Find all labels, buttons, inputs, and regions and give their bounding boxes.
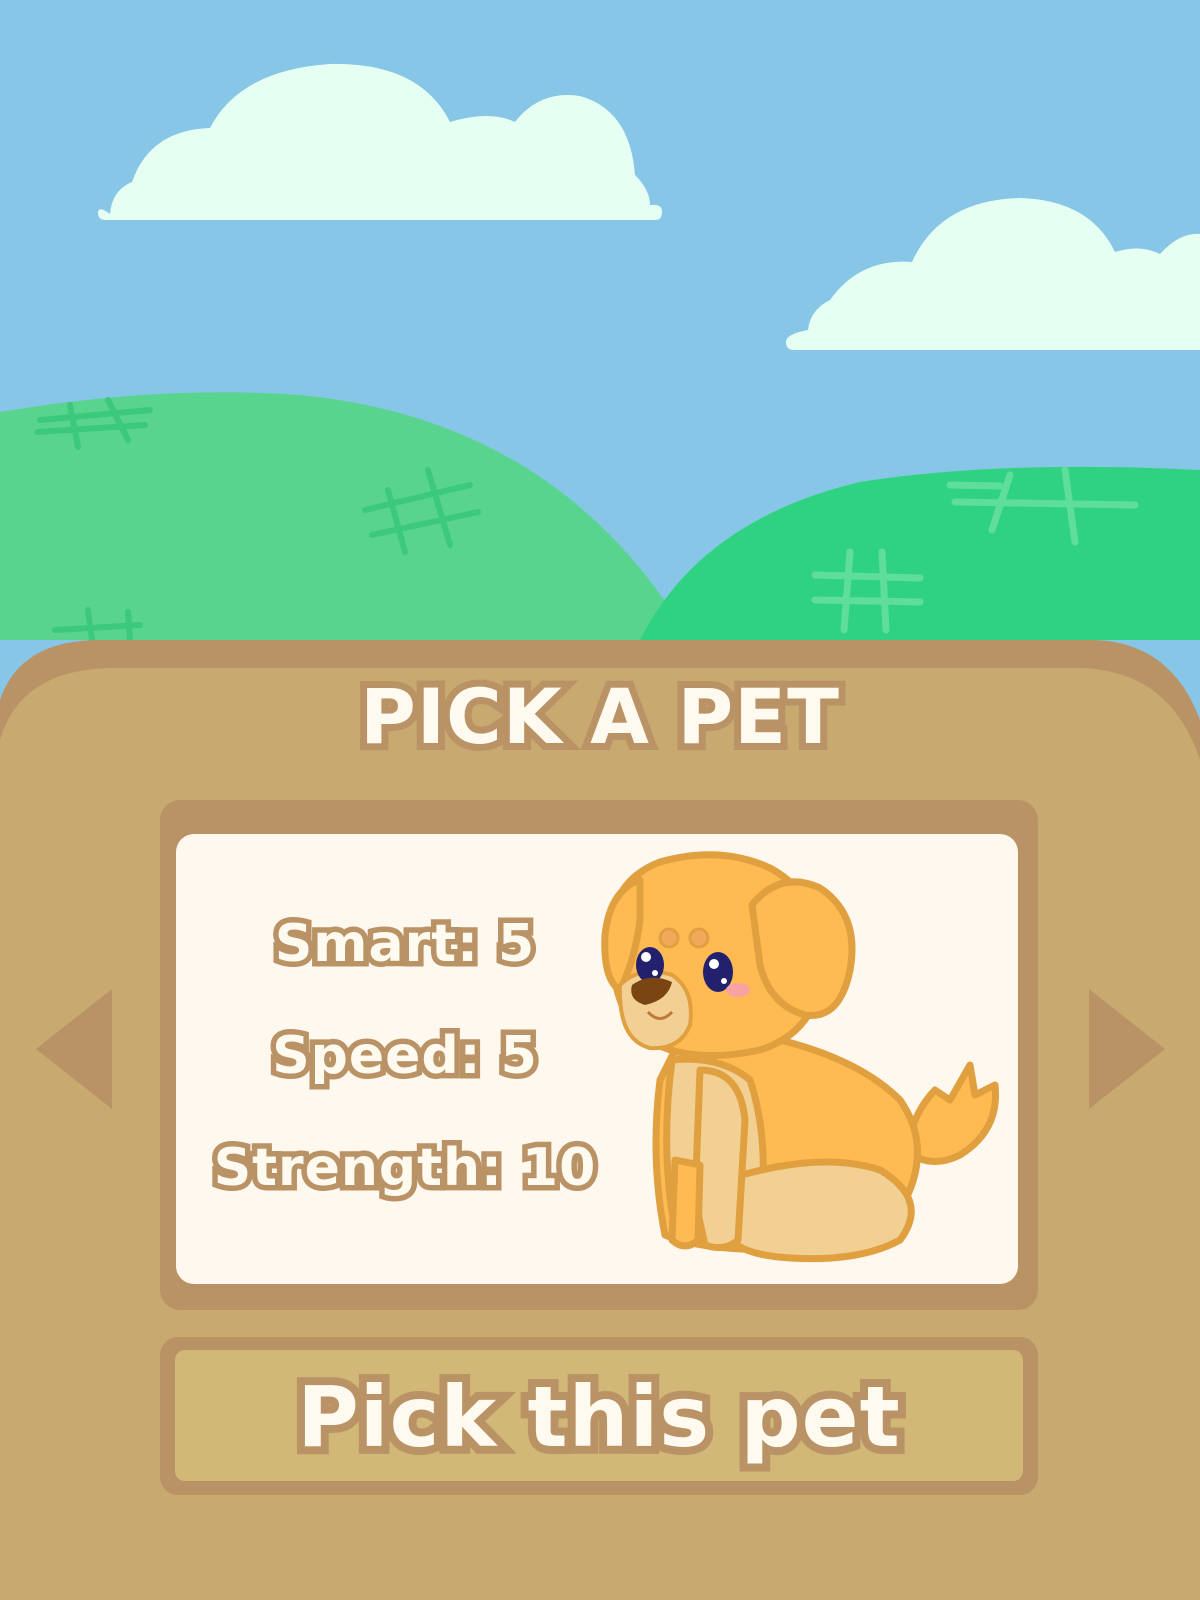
stat-speed: Speed: 5	[267, 1021, 543, 1092]
stat-smart: Smart: 5	[269, 909, 539, 980]
stat-strength: Strength: 10	[208, 1133, 601, 1204]
arrow-right-icon[interactable]	[1085, 985, 1169, 1113]
page-title: PICK A PET	[353, 665, 846, 768]
arrow-left-icon[interactable]	[32, 985, 116, 1113]
pick-button-label[interactable]: Pick this pet	[160, 1360, 1038, 1474]
pick-this-pet-button[interactable]: Pick this pet	[160, 1337, 1038, 1495]
